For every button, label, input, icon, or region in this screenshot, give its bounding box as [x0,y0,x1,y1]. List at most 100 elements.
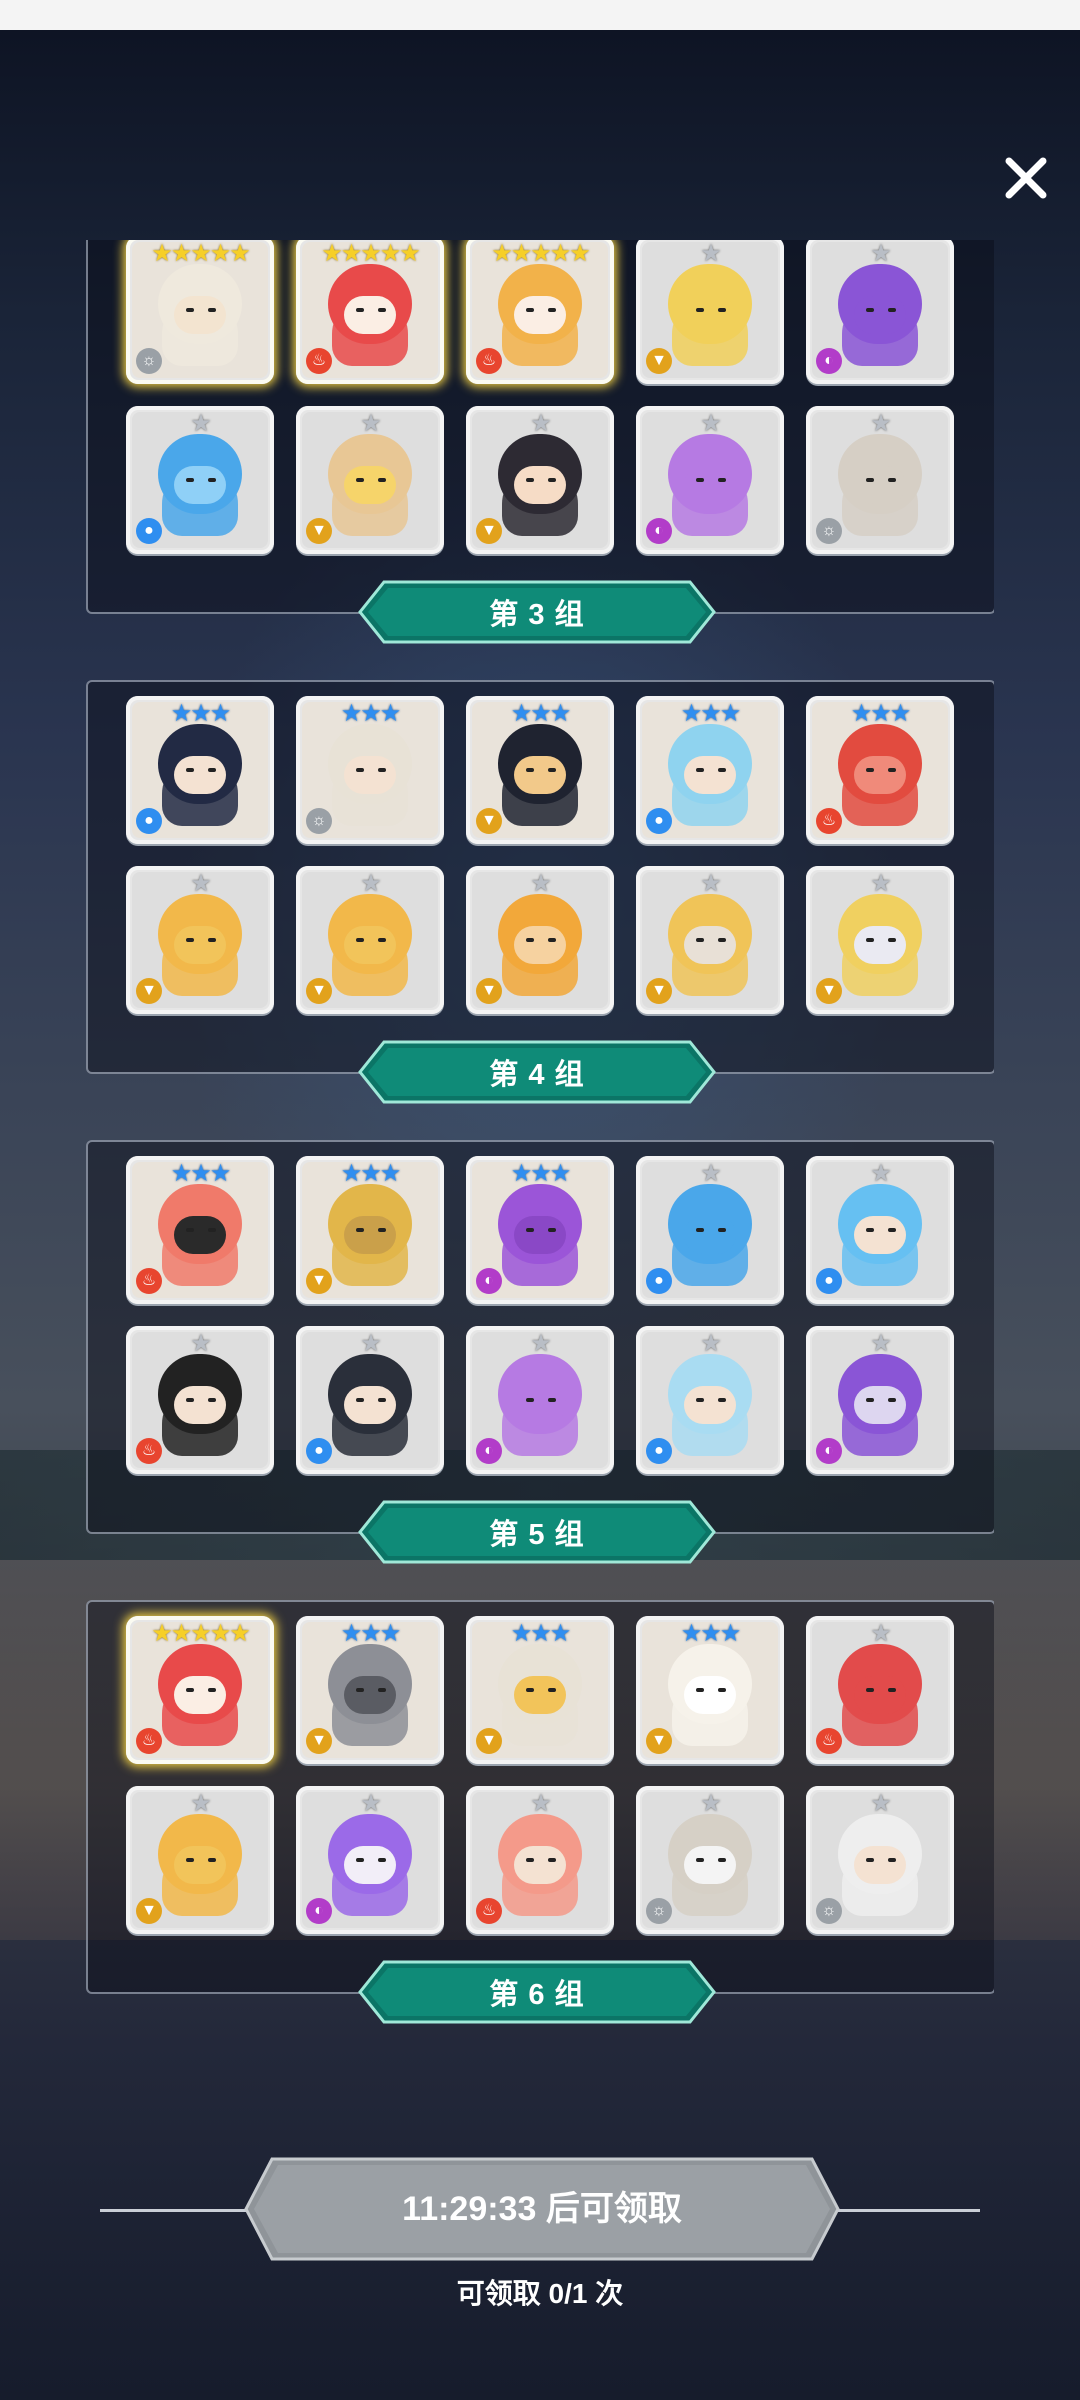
hero-card[interactable]: ★★★ ◐ [466,1156,614,1304]
hero-card[interactable]: ★★★ ▼ [296,1156,444,1304]
star-rating: ★ [700,1330,722,1357]
star-rating: ★★★ [680,700,742,727]
group-title: 第 4 组 [489,1059,585,1091]
star-rating: ★ [530,1790,552,1817]
star-rating: ★ [700,410,722,437]
earth-element-icon: ▼ [476,808,502,834]
hero-card[interactable]: ★ ▼ [296,866,444,1014]
star-rating: ★ [700,1790,722,1817]
water-element-icon: ● [136,808,162,834]
dark-element-icon: ◐ [306,1898,332,1924]
fire-element-icon: ♨ [306,348,332,374]
star-rating: ★ [360,1790,382,1817]
earth-element-icon: ▼ [136,978,162,1004]
hero-card[interactable]: ★★★ ♨ [806,696,954,844]
star-rating: ★ [360,410,382,437]
hero-card[interactable]: ★ ♨ [466,1786,614,1934]
claim-button[interactable]: 11:29:33 后可领取 [244,2157,840,2261]
hero-card[interactable]: ★ ▼ [636,866,784,1014]
hero-card[interactable]: ★★★ ● [126,696,274,844]
earth-element-icon: ▼ [476,518,502,544]
water-element-icon: ● [646,808,672,834]
hero-card[interactable]: ★★★ ▼ [466,696,614,844]
star-rating: ★ [530,870,552,897]
star-rating: ★★★ [170,700,232,727]
hero-card[interactable]: ★ ▼ [466,866,614,1014]
hero-card[interactable]: ★ ◐ [296,1786,444,1934]
hero-card[interactable]: ★ ♨ [806,1616,954,1764]
star-rating: ★ [870,1790,892,1817]
group-banner: 第 4 组 [358,1040,716,1104]
divider-left [100,2209,250,2212]
dark-element-icon: ◐ [816,1438,842,1464]
close-button[interactable] [996,148,1056,208]
hero-card[interactable]: ★★★ ☼ [296,696,444,844]
dark-element-icon: ◐ [476,1438,502,1464]
star-rating: ★★★ [170,1160,232,1187]
star-rating: ★ [870,1620,892,1647]
light-element-icon: ☼ [816,1898,842,1924]
group-banner: 第 5 组 [358,1500,716,1564]
hero-card[interactable]: ★ ☼ [636,1786,784,1934]
hero-card[interactable]: ★ ● [126,406,274,554]
hero-card[interactable]: ★★★★★ ☼ [126,240,274,384]
hero-card[interactable]: ★ ● [806,1156,954,1304]
star-rating: ★★★★★ [151,1620,251,1647]
close-icon [1005,157,1047,199]
hero-card[interactable]: ★★★★★ ♨ [126,1616,274,1764]
earth-element-icon: ▼ [306,1728,332,1754]
hero-card[interactable]: ★ ● [636,1326,784,1474]
hero-card[interactable]: ★ ▼ [806,866,954,1014]
hero-card[interactable]: ★ ▼ [636,240,784,384]
hero-card[interactable]: ★★★★★ ♨ [296,240,444,384]
star-rating: ★ [530,1330,552,1357]
hero-card[interactable]: ★ ◐ [466,1326,614,1474]
group-title: 第 5 组 [489,1519,585,1551]
hero-card[interactable]: ★★★ ▼ [636,1616,784,1764]
earth-element-icon: ▼ [646,348,672,374]
dark-element-icon: ◐ [476,1268,502,1294]
water-element-icon: ● [306,1438,332,1464]
fire-element-icon: ♨ [816,1728,842,1754]
group-list-scroll[interactable]: ★★★★★☼★★★★★♨★★★★★♨★▼★◐★●★▼★▼★◐★☼第 2 组★★★… [86,240,994,2112]
hero-card[interactable]: ★ ● [296,1326,444,1474]
star-rating: ★ [700,240,722,267]
hero-card[interactable]: ★★★ ▼ [466,1616,614,1764]
fire-element-icon: ♨ [476,348,502,374]
group-panel: ★★★★★ ♨ ★★★ ▼ ★★★ ▼ ★★★ ▼ ★ ♨ ★ ▼ ★ ◐ ★ ♨ ★ ☼ ★ ☼ [86,1600,994,1994]
hero-card[interactable]: ★ ☼ [806,1786,954,1934]
hero-card[interactable]: ★★★ ● [636,696,784,844]
hero-card[interactable]: ★ ♨ [126,1326,274,1474]
earth-element-icon: ▼ [306,518,332,544]
hero-card[interactable]: ★ ◐ [636,406,784,554]
group-panel: ★★★ ● ★★★ ☼ ★★★ ▼ ★★★ ● ★★★ ♨ ★ ▼ ★ ▼ ★ ▼ ★ ▼ ★ ▼ [86,680,994,1074]
star-rating: ★ [190,1790,212,1817]
group-banner: 第 6 组 [358,1960,716,2024]
hero-card[interactable]: ★ ▼ [126,866,274,1014]
hero-card[interactable]: ★ ▼ [126,1786,274,1934]
hero-card[interactable]: ★★★ ▼ [296,1616,444,1764]
dark-element-icon: ◐ [646,518,672,544]
star-rating: ★ [360,870,382,897]
star-rating: ★ [700,870,722,897]
dark-element-icon: ◐ [816,348,842,374]
hero-card[interactable]: ★ ▼ [466,406,614,554]
water-element-icon: ● [136,518,162,544]
hero-card[interactable]: ★★★★★ ♨ [466,240,614,384]
earth-element-icon: ▼ [136,1898,162,1924]
claim-count-text: 可领取 0/1 次 [456,2278,624,2309]
hero-card[interactable]: ★ ● [636,1156,784,1304]
hero-card[interactable]: ★ ◐ [806,240,954,384]
hero-card[interactable]: ★ ▼ [296,406,444,554]
star-rating: ★★★ [340,700,402,727]
star-rating: ★ [530,410,552,437]
hero-card[interactable]: ★ ☼ [806,406,954,554]
star-rating: ★ [360,1330,382,1357]
hero-card[interactable]: ★★★ ♨ [126,1156,274,1304]
group-banner: 第 3 组 [358,580,716,644]
star-rating: ★ [190,870,212,897]
star-rating: ★★★ [340,1620,402,1647]
hero-card[interactable]: ★ ◐ [806,1326,954,1474]
star-rating: ★ [870,1160,892,1187]
group-title: 第 3 组 [489,599,585,631]
